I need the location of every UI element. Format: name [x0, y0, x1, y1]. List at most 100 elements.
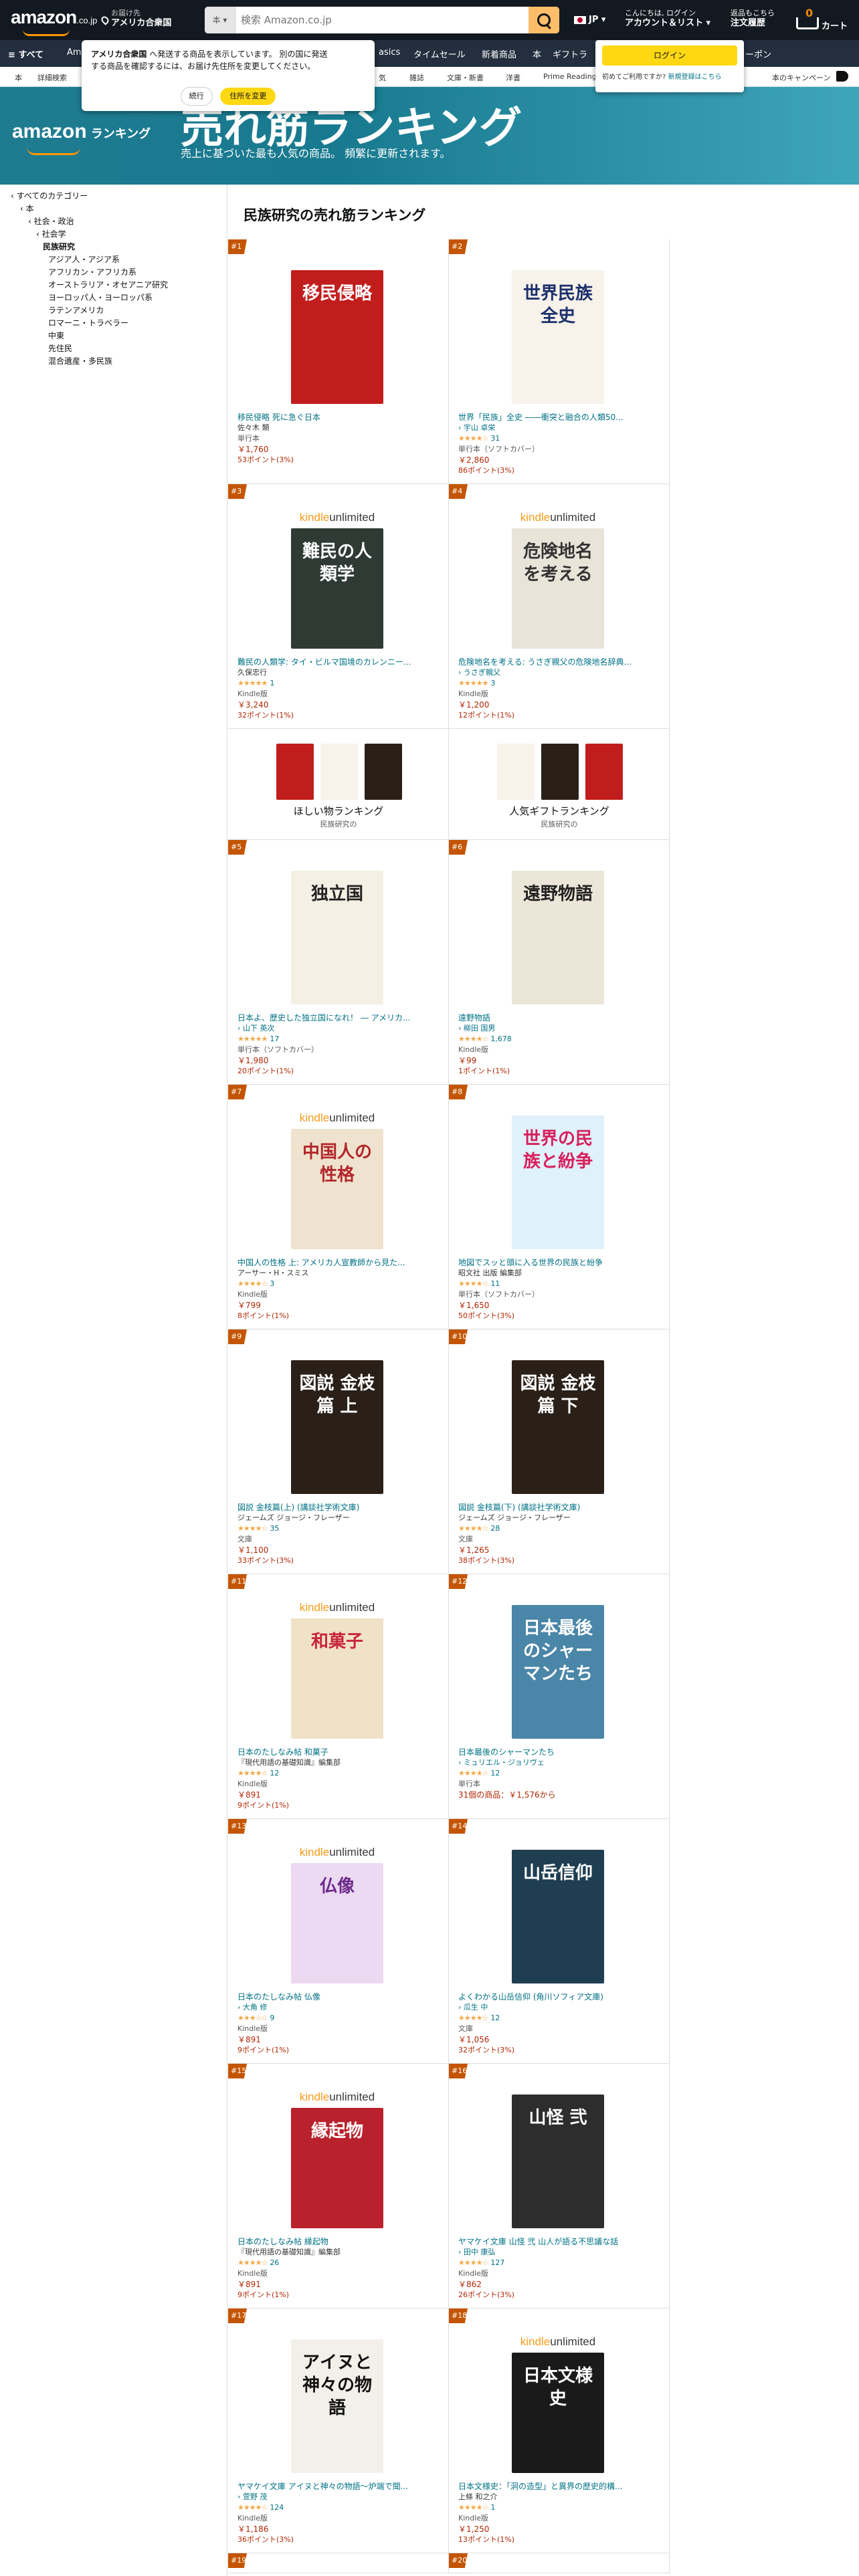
ranking-item[interactable]: #16 山怪 弐ヤマケイ文庫 山怪 弐 山人が語る不思議な話 › 田中 康弘 ★★★★… [449, 2064, 670, 2309]
ranking-item[interactable]: #17 アイヌと神々の物語 ヤマケイ文庫 アイヌと神々の物語～炉端で聞... › 萱野… [228, 2309, 449, 2553]
star-rating[interactable]: ★★★★☆ [237, 1524, 268, 1533]
book-cover[interactable]: 仏像 [291, 1863, 383, 1983]
book-title-link[interactable]: 中国人の性格 上: アメリカ人宣教師から見た... [237, 1257, 438, 1268]
sidebar-item[interactable]: オーストラリア・オセアニア研究 [48, 279, 168, 292]
book-price[interactable]: ￥1,200 [458, 700, 659, 710]
sidebar-item[interactable]: 中東 [48, 330, 64, 342]
ranking-item[interactable]: #8 世界の民族と紛争 地図でスッと頭に入る世界の民族と紛争 昭文社 出版 編集部 ★★… [449, 1085, 670, 1329]
star-rating[interactable]: ★★★★☆ [458, 1524, 488, 1533]
book-title-link[interactable]: 遠野物語 [458, 1012, 659, 1023]
book-title-link[interactable]: 世界「民族」全史 ――衝突と融合の人類50... [458, 412, 659, 423]
star-rating[interactable]: ★★★★☆ [237, 2258, 268, 2267]
ranking-item[interactable]: #13 kindleunlimited 仏像 日本のたしなみ帖 仏像 › 大角 修 ★★★… [228, 1819, 449, 2064]
book-price[interactable]: ￥3,240 [237, 700, 438, 710]
star-rating[interactable]: ★★★☆☆ [237, 2014, 268, 2022]
book-title-link[interactable]: よくわかる山岳信仰 (角川ソフィア文庫) [458, 1992, 659, 2002]
book-cover[interactable]: 危険地名を考える [512, 528, 604, 649]
sidebar-item[interactable]: 混合遺産・多民族 [48, 355, 112, 368]
ranking-item[interactable]: #11 kindleunlimited 和菓子 日本のたしなみ帖 和菓子 『現代用語の基… [228, 1574, 449, 1819]
book-price[interactable]: ￥1,056 [458, 2034, 659, 2045]
star-rating[interactable]: ★★★★☆ [237, 1769, 268, 1778]
book-title-link[interactable]: 日本よ、歴史した独立国になれ！ ― アメリカ... [237, 1012, 438, 1023]
book-cover[interactable]: 日本文様史 [512, 2353, 604, 2473]
star-rating[interactable]: ★★★★★ [237, 1035, 268, 1043]
ranking-item[interactable]: #4 kindleunlimited 危険地名を考える 危険地名を考える: うさぎ親父… [449, 484, 670, 729]
ranking-item[interactable]: #7 kindleunlimited 中国人の性格 中国人の性格 上: アメリカ人宣教… [228, 1085, 449, 1329]
search-input[interactable] [241, 7, 522, 33]
register-link[interactable]: 新規登録はこちら [668, 74, 722, 81]
all-menu-button[interactable]: すべて [8, 47, 43, 60]
sidebar-level1[interactable]: ‹ 本 [20, 203, 34, 215]
ranking-item[interactable]: #19 [228, 2553, 449, 2573]
star-rating[interactable]: ★★★★☆ [237, 2503, 268, 2512]
star-rating[interactable]: ★★★★☆ [237, 1279, 268, 1288]
subnav-item[interactable]: 本のキャンペーン [772, 72, 830, 83]
sidebar-item[interactable]: 先住民 [48, 342, 72, 355]
star-rating[interactable]: ★★★★☆ [458, 1035, 488, 1043]
ranking-item[interactable]: #2 世界民族全史 世界「民族」全史 ――衝突と融合の人類50... › 宇山 卓栄 ★… [449, 239, 670, 484]
sidebar-item[interactable]: ラテンアメリカ [48, 304, 104, 317]
book-cover[interactable]: 縁起物 [291, 2108, 383, 2228]
star-rating[interactable]: ★★★★☆ [458, 2014, 488, 2022]
book-cover[interactable]: 図説 金枝篇 下 [512, 1360, 604, 1494]
review-count[interactable]: 17 [270, 1035, 279, 1043]
book-price[interactable]: ￥1,760 [237, 444, 438, 455]
book-cover[interactable]: 独立国 [291, 871, 383, 1004]
book-price[interactable]: ￥1,250 [458, 2524, 659, 2535]
orders-link[interactable]: 返品もこちら 注文履歴 [731, 8, 775, 28]
ranking-item[interactable]: #10 図説 金枝篇 下図説 金枝篇(下) (講談社学術文庫) ジェームズ ジョージ… [449, 1329, 670, 1574]
book-title-link[interactable]: 難民の人類学: タイ・ビルマ国境のカレンニー... [237, 657, 438, 667]
nav-item[interactable]: Am [67, 47, 82, 58]
gift-ranking-link[interactable]: 人気ギフトランキング 民族研究の [449, 729, 670, 840]
review-count[interactable]: 12 [490, 1769, 500, 1778]
subnav-item[interactable]: 文庫・新書 [447, 72, 484, 83]
subnav-item[interactable]: 気 [379, 72, 386, 83]
sidebar-level3[interactable]: ‹ 社会学 [36, 228, 66, 241]
book-price[interactable]: 31個の商品：￥1,576から [458, 1790, 659, 1800]
subnav-item[interactable]: 本 [15, 72, 22, 83]
review-count[interactable]: 1 [270, 679, 274, 687]
review-count[interactable]: 124 [270, 2503, 284, 2512]
change-address-button[interactable]: 住所を変更 [220, 88, 276, 105]
subnav-item[interactable]: 雑誌 [409, 72, 424, 83]
star-rating[interactable]: ★★★★☆ [458, 2503, 488, 2512]
star-rating[interactable]: ★★★★★ [458, 679, 488, 687]
book-price[interactable]: ￥862 [458, 2279, 659, 2290]
subnav-item[interactable]: 洋書 [506, 72, 520, 83]
ranking-item[interactable]: #14 山岳信仰 よくわかる山岳信仰 (角川ソフィア文庫) › 瓜生 中 ★★★★☆ 12… [449, 1819, 670, 2064]
sidebar-item[interactable]: アフリカン・アフリカ系 [48, 266, 136, 279]
book-title-link[interactable]: ヤマケイ文庫 アイヌと神々の物語～炉端で聞... [237, 2481, 438, 2492]
star-rating[interactable]: ★★★★☆ [458, 2258, 488, 2267]
cart-button[interactable]: 0 カート [796, 7, 850, 33]
ranking-item[interactable]: #3 kindleunlimited 難民の人類学 難民の人類学: タイ・ビルマ国境の… [228, 484, 449, 729]
sidebar-all-categories[interactable]: ‹ すべてのカテゴリー [11, 190, 88, 203]
book-author[interactable]: › 萱野 茂 [237, 2492, 438, 2502]
ranking-item[interactable]: #12 日本最後のシャーマンたち 日本最後のシャーマンたち › ミュリエル・ジョリヴェ… [449, 1574, 670, 1819]
nav-item-timesale[interactable]: タイムセール [413, 47, 466, 60]
review-count[interactable]: 12 [490, 2014, 500, 2022]
book-price[interactable]: ￥891 [237, 1790, 438, 1800]
sidebar-item[interactable]: ヨーロッパ人・ヨーロッパ系 [48, 292, 153, 304]
book-cover[interactable]: 山岳信仰 [512, 1850, 604, 1983]
book-cover[interactable]: 山怪 弐 [512, 2095, 604, 2228]
book-author[interactable]: › 山下 英次 [237, 1023, 438, 1034]
nav-item-coupon[interactable]: ーポン [745, 47, 771, 60]
review-count[interactable]: 26 [270, 2258, 279, 2267]
amazon-logo[interactable]: amazon.co.jp [11, 7, 97, 36]
account-menu[interactable]: こんにちは, ログイン アカウント＆リスト ▾ [625, 8, 710, 28]
continue-button[interactable]: 続行 [180, 87, 213, 106]
star-rating[interactable]: ★★★★☆ [458, 1279, 488, 1288]
book-title-link[interactable]: 日本のたしなみ帖 和菓子 [237, 1747, 438, 1757]
ranking-item[interactable]: #15 kindleunlimited 縁起物 日本のたしなみ帖 縁起物 『現代用語の基… [228, 2064, 449, 2309]
book-author[interactable]: › 宇山 卓栄 [458, 423, 659, 433]
language-selector[interactable]: JP ▾ [574, 15, 605, 25]
review-count[interactable]: 12 [270, 1769, 279, 1778]
book-author[interactable]: › 柳田 国男 [458, 1023, 659, 1034]
sidebar-item[interactable]: ロマーニ・トラベラー [48, 317, 128, 330]
subnav-item[interactable]: Prime Reading [543, 72, 597, 81]
deliver-to[interactable]: お届け先 アメリカ合衆国 [100, 8, 171, 28]
ranking-item[interactable]: #9 図説 金枝篇 上図説 金枝篇(上) (講談社学術文庫) ジェームズ ジョージ・… [228, 1329, 449, 1574]
sidebar-item[interactable]: アジア人・アジア系 [48, 253, 120, 266]
review-count[interactable]: 28 [490, 1524, 500, 1533]
book-cover[interactable]: 中国人の性格 [291, 1129, 383, 1249]
